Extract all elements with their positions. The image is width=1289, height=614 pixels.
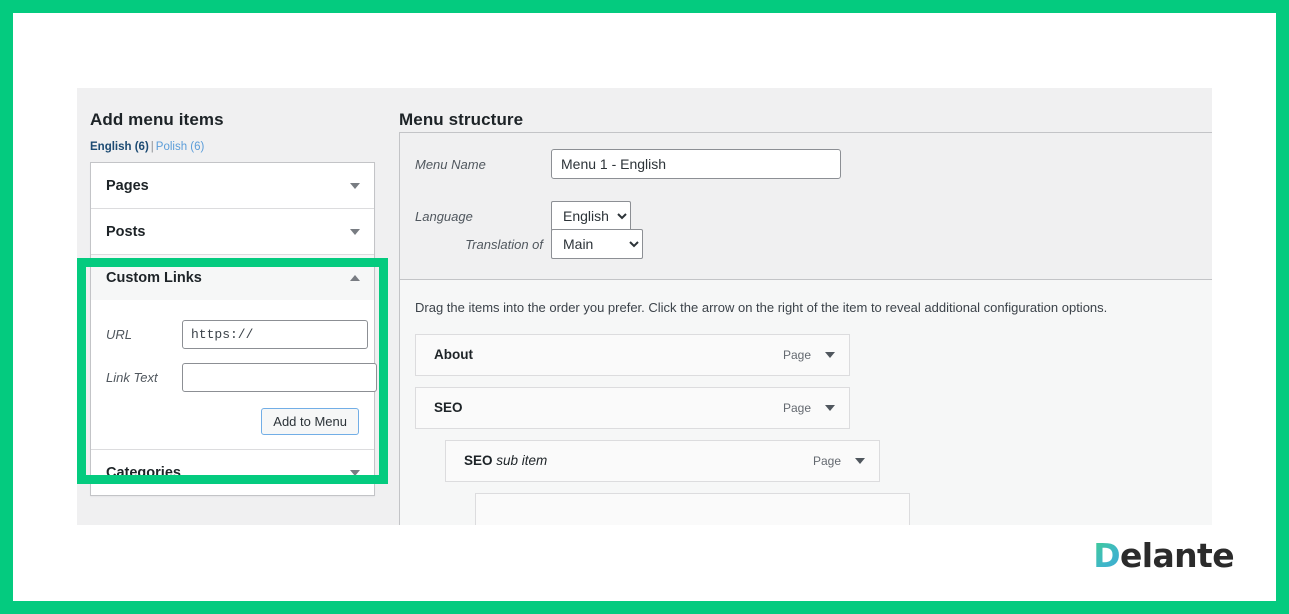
link-text-input[interactable] (182, 363, 377, 392)
accordion-header-pages[interactable]: Pages (91, 163, 374, 208)
add-to-menu-button[interactable]: Add to Menu (261, 408, 359, 435)
translation-of-label: Translation of (415, 237, 551, 252)
logo-text: elante (1120, 536, 1234, 575)
menu-items-list: About Page SEO Page (400, 318, 1212, 526)
accordion-header-custom-links[interactable]: Custom Links (91, 255, 374, 300)
language-link-english[interactable]: English (6) (90, 141, 149, 153)
add-menu-items-column: Add menu items English (6)|Polish (6) Pa… (77, 88, 386, 525)
accordion-panel-pages: Pages (91, 163, 374, 209)
menu-item-about[interactable]: About Page (415, 334, 850, 376)
menu-item-type: Page (783, 401, 811, 415)
green-frame-border: Add menu items English (6)|Polish (6) Pa… (0, 0, 1289, 614)
wp-admin-menus-screen: Add menu items English (6)|Polish (6) Pa… (77, 88, 1212, 525)
url-input[interactable] (182, 320, 368, 349)
menu-item-title-sub: sub item (496, 453, 547, 468)
chevron-down-icon[interactable] (350, 229, 360, 235)
menu-settings: Menu Name Language English Translation o… (400, 133, 1212, 280)
accordion-header-categories[interactable]: Categories (91, 450, 374, 495)
menu-name-row: Menu Name (400, 149, 1212, 179)
menu-item-title: SEO sub item (464, 453, 547, 468)
menu-item-type: Page (813, 454, 841, 468)
language-separator: | (149, 141, 156, 153)
accordion-label-custom-links: Custom Links (106, 270, 202, 286)
accordion-header-posts[interactable]: Posts (91, 209, 374, 254)
link-text-label: Link Text (106, 370, 182, 385)
menu-item-partial-cutoff[interactable] (475, 493, 910, 526)
custom-links-form: URL Link Text Add to Menu (91, 300, 374, 449)
menu-structure-column: Menu structure Menu Name Language Englis… (386, 88, 1212, 525)
delante-logo: Delante (1093, 536, 1234, 575)
language-label: Language (415, 209, 551, 224)
menu-name-label: Menu Name (415, 157, 551, 172)
chevron-down-icon[interactable] (855, 458, 865, 464)
accordion-label-pages: Pages (106, 178, 149, 194)
accordion-panel-posts: Posts (91, 209, 374, 255)
accordion-panel-custom-links: Custom Links URL Link Text (91, 255, 374, 450)
language-link-polish[interactable]: Polish (6) (156, 141, 205, 153)
chevron-down-icon[interactable] (350, 470, 360, 476)
menu-name-input[interactable] (551, 149, 841, 179)
menu-item-title: SEO (434, 400, 463, 415)
language-select[interactable]: English (551, 201, 631, 231)
accordion-label-categories: Categories (106, 465, 181, 481)
custom-links-actions: Add to Menu (106, 406, 359, 435)
url-label: URL (106, 327, 182, 342)
add-menu-items-title: Add menu items (77, 88, 386, 130)
url-field-row: URL (106, 320, 359, 349)
menu-item-title-main: SEO (464, 453, 493, 468)
translation-of-select[interactable]: Main (551, 229, 643, 259)
menu-structure-instructions: Drag the items into the order you prefer… (400, 280, 1212, 318)
accordion-label-posts: Posts (106, 224, 146, 240)
translation-row: Translation of Main (400, 229, 1212, 259)
menu-item-meta: Page (813, 454, 865, 468)
language-switcher: English (6)|Polish (6) (77, 130, 386, 159)
menu-item-meta: Page (783, 348, 835, 362)
menu-structure-panel: Menu Name Language English Translation o… (399, 132, 1212, 525)
accordion-panel-categories: Categories (91, 450, 374, 495)
menu-structure-title: Menu structure (386, 88, 523, 130)
link-text-field-row: Link Text (106, 363, 359, 392)
add-items-accordion: Pages Posts Custom Links (90, 162, 375, 496)
chevron-down-icon[interactable] (825, 405, 835, 411)
chevron-up-icon[interactable] (350, 275, 360, 281)
menu-item-title: About (434, 347, 473, 362)
chevron-down-icon[interactable] (825, 352, 835, 358)
logo-letter-d: D (1093, 536, 1120, 575)
chevron-down-icon[interactable] (350, 183, 360, 189)
menu-item-type: Page (783, 348, 811, 362)
menu-item-seo-sub-item[interactable]: SEO sub item Page (445, 440, 880, 482)
menu-item-meta: Page (783, 401, 835, 415)
menu-item-seo[interactable]: SEO Page (415, 387, 850, 429)
language-row: Language English (400, 201, 1212, 231)
